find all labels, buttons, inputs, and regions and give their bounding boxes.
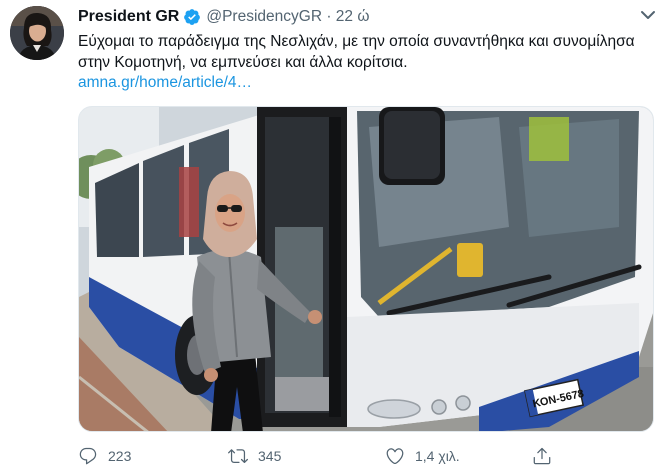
like-button[interactable]: 1,4 χιλ.	[385, 444, 460, 468]
share-button[interactable]	[532, 444, 562, 468]
author-name[interactable]: President GR	[78, 8, 179, 26]
tweet-photo[interactable]: ΚΟΝ-5678	[78, 106, 654, 432]
reply-count: 223	[108, 448, 132, 464]
reply-icon	[79, 447, 97, 465]
retweet-button[interactable]: 345	[228, 444, 281, 468]
handle-and-time[interactable]: @PresidencyGR · 22 ώ	[206, 8, 369, 26]
tweet-actions: 223 345 1,4 χιλ.	[78, 444, 654, 468]
tweet-header: President GR @PresidencyGR · 22 ώ	[78, 6, 636, 28]
verified-badge-icon	[183, 8, 201, 26]
retweet-icon	[228, 449, 248, 464]
retweet-count: 345	[258, 448, 282, 464]
tweet-card[interactable]: President GR @PresidencyGR · 22 ώ Εύχομα…	[0, 0, 666, 472]
share-icon	[533, 447, 551, 465]
like-count: 1,4 χιλ.	[415, 448, 460, 464]
avatar[interactable]	[10, 6, 64, 60]
tweet-text: Εύχομαι το παράδειγμα της Νεσλιχάν, με τ…	[78, 33, 635, 71]
reply-button[interactable]: 223	[78, 444, 131, 468]
article-link[interactable]: amna.gr/home/article/4…	[78, 74, 252, 92]
heart-icon	[386, 448, 404, 465]
chevron-down-icon[interactable]	[640, 8, 656, 22]
